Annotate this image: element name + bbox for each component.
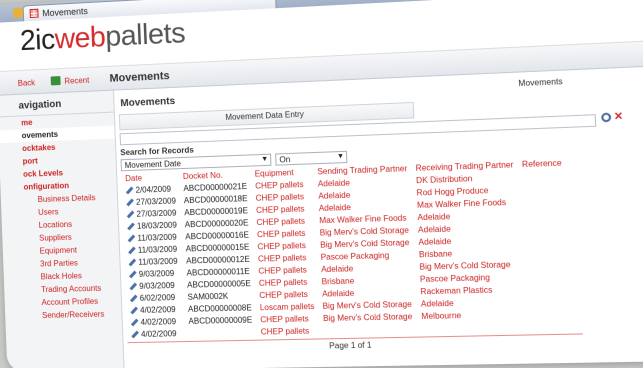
- table-cell: Big Merv's Cold Storage: [319, 237, 410, 250]
- table-cell: SAM0002K: [187, 291, 229, 302]
- search-icon[interactable]: [600, 112, 611, 123]
- table-cell: DK Distribution: [415, 173, 473, 185]
- app-window: Movements 2icwebpallets F Back Recent Mo…: [0, 0, 643, 368]
- table-cell: 4/02/2009: [139, 304, 176, 315]
- table-cell: Adelaide: [321, 288, 355, 299]
- table-cell: ABCD00000009E: [188, 314, 253, 326]
- table-cell: ABCD00000018E: [183, 193, 248, 205]
- chevron-down-icon: ▼: [336, 152, 345, 161]
- app-logo: 2icwebpallets: [19, 16, 186, 58]
- recent-icon[interactable]: [50, 76, 61, 86]
- table-cell: CHEP pallets: [258, 277, 308, 288]
- table-cell: Adelaide: [420, 298, 454, 309]
- table-cell: 11/03/2009: [137, 244, 178, 255]
- table-cell: Melbourne: [421, 310, 462, 321]
- table-cell: ABCD00000015E: [185, 242, 250, 253]
- table-cell: ABCD00000021E: [183, 181, 248, 193]
- table-cell: Adelaide: [417, 211, 451, 222]
- edit-pencil-icon[interactable]: [127, 234, 136, 243]
- table-cell: 2/04/2009: [135, 184, 172, 195]
- table-cell: 11/03/2009: [138, 256, 178, 267]
- table-cell: ABCD00000005E: [186, 278, 251, 290]
- table-cell: Brisbane: [321, 275, 355, 286]
- table-cell: 27/03/2009: [136, 207, 177, 219]
- table-cell: Adelaide: [418, 236, 452, 247]
- recent-button[interactable]: Recent: [64, 76, 89, 86]
- movements-table: Date Docket No. Equipment Sending Trading P…: [121, 157, 573, 340]
- navigation-list: me ovements ocktakes port ock Levels onfigura…: [0, 113, 122, 323]
- edit-pencil-icon[interactable]: [130, 318, 139, 327]
- main-panel: Movements Movements Movement Data Entry …: [118, 70, 643, 355]
- table-cell: CHEP pallets: [255, 191, 305, 203]
- table-cell: CHEP pallets: [255, 203, 305, 215]
- edit-pencil-icon[interactable]: [129, 282, 138, 291]
- clear-icon[interactable]: ✕: [614, 111, 624, 123]
- edit-pencil-icon[interactable]: [126, 198, 134, 207]
- table-body: 2/04/2009 ABCD00000021E CHEP pallets Adelai…: [122, 169, 573, 340]
- table-cell: Brisbane: [418, 248, 453, 259]
- edit-pencil-icon[interactable]: [129, 294, 138, 303]
- table-cell: Big Merv's Cold Storage: [322, 311, 413, 323]
- tab-title: Movements: [42, 5, 88, 18]
- table-cell: Rackeman Plastics: [420, 284, 493, 296]
- table-cell: Big Merv's Cold Storage: [322, 299, 412, 311]
- favorites-icon[interactable]: [13, 7, 24, 18]
- table-cell: Adelaide: [317, 177, 351, 189]
- table-cell: Adelaide: [318, 202, 352, 213]
- table-cell: Max Walker Fine Foods: [319, 212, 407, 225]
- table-cell: Loscam pallets: [259, 301, 315, 312]
- table-cell: CHEP pallets: [254, 179, 304, 191]
- table-cell: Pascoe Packaging: [320, 250, 390, 262]
- table-cell: Adelaide: [417, 223, 451, 235]
- table-cell: Adelaide: [320, 263, 354, 274]
- edit-pencil-icon[interactable]: [130, 306, 139, 315]
- table-cell: 18/03/2009: [136, 220, 177, 231]
- table-cell: Pascoe Packaging: [419, 272, 491, 284]
- table-cell: CHEP pallets: [257, 240, 307, 251]
- table-cell: Rod Hogg Produce: [416, 185, 489, 198]
- table-cell: CHEP pallets: [259, 289, 308, 300]
- table-cell: ABCD00000011E: [186, 266, 250, 278]
- table-cell: ABCD00000016E: [185, 229, 250, 241]
- edit-pencil-icon[interactable]: [126, 210, 135, 219]
- edit-pencil-icon[interactable]: [128, 258, 137, 267]
- nav-item-15[interactable]: Sender/Receivers: [5, 307, 122, 322]
- table-cell: ABCD00000012E: [186, 254, 251, 266]
- table-cell: CHEP pallets: [257, 252, 307, 264]
- table-cell: CHEP pallets: [260, 313, 309, 324]
- edit-pencil-icon[interactable]: [128, 246, 136, 255]
- table-cell: 4/02/2009: [140, 316, 177, 327]
- table-cell: Big Merv's Cold Storage: [419, 259, 511, 272]
- table-cell: CHEP pallets: [256, 216, 306, 227]
- edit-pencil-icon[interactable]: [129, 270, 137, 279]
- table-cell: 4/02/2009: [140, 328, 177, 339]
- toolbar-title: Movements: [109, 70, 170, 85]
- table-cell: CHEP pallets: [258, 264, 308, 276]
- operator-select[interactable]: On ▼: [275, 150, 348, 166]
- table-cell: Big Merv's Cold Storage: [319, 225, 410, 237]
- navigation-panel: avigation me ovements ocktakes port ock Leve…: [0, 90, 125, 368]
- table-cell: ABCD00000008E: [187, 302, 252, 314]
- edit-pencil-icon[interactable]: [131, 330, 139, 339]
- chevron-down-icon: ▼: [260, 155, 269, 164]
- table-cell: 9/03/2009: [138, 268, 175, 279]
- table-cell: 11/03/2009: [137, 232, 177, 243]
- table-cell: Adelaide: [318, 190, 351, 201]
- table-cell: ABCD00000019E: [184, 205, 249, 217]
- table-cell: 9/03/2009: [139, 280, 175, 291]
- page-grid-icon: [29, 8, 39, 19]
- table-cell: ABCD00000020E: [184, 217, 249, 229]
- table-cell: CHEP pallets: [256, 228, 306, 239]
- table-cell: 27/03/2009: [135, 195, 177, 207]
- table-cell: 6/02/2009: [139, 292, 176, 303]
- table-cell: CHEP pallets: [260, 325, 310, 337]
- back-button[interactable]: Back: [18, 78, 36, 88]
- edit-pencil-icon[interactable]: [125, 186, 134, 195]
- edit-pencil-icon[interactable]: [127, 222, 135, 231]
